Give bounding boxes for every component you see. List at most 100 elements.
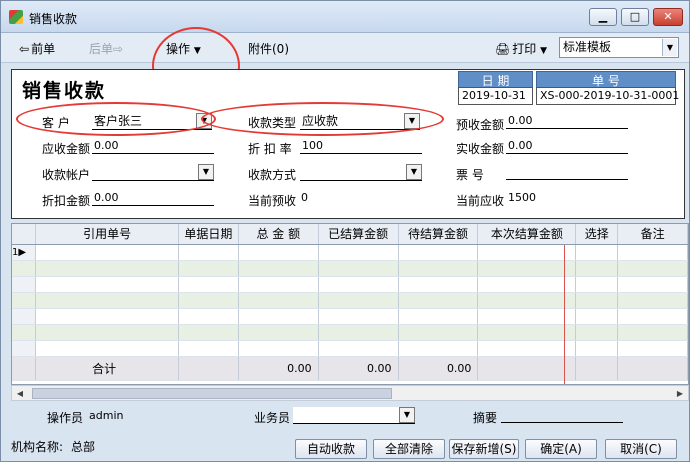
table-row[interactable] — [12, 340, 688, 357]
toolbar: ⇦ 前单 后单⇨ 操作 ▼ 附件(0) 🖨 打印 ▼ 标准模板 ▼ — [1, 33, 689, 63]
total-row: 合计 0.00 0.00 0.00 — [12, 356, 688, 381]
salesman-label: 业务员 — [254, 411, 291, 425]
total-pending: 0.00 — [398, 356, 479, 381]
customer-label: 客 户 — [42, 116, 70, 130]
operator-value: admin — [89, 409, 124, 422]
salesman-select[interactable]: ▼ — [293, 407, 415, 424]
discount-amount-label: 折扣金额 — [42, 194, 91, 208]
horizontal-scrollbar[interactable]: ◀ ▶ — [11, 385, 689, 401]
account-select[interactable]: ▼ — [92, 164, 214, 181]
row-number: 1▶ — [12, 244, 37, 261]
sales-receipt-window: 销售收款 ▁ □ ✕ ⇦ 前单 后单⇨ 操作 ▼ 附件(0) 🖨 打印 ▼ 标准模板… — [0, 0, 690, 462]
scroll-left-icon[interactable]: ◀ — [13, 387, 27, 400]
footer-bar: 操作员 admin 业务员 ▼ 摘要 机构名称: 总部 自动收款 全部清除 保存… — [1, 403, 689, 461]
org-label: 机构名称: — [11, 440, 64, 454]
discount-rate-field[interactable]: 100 — [300, 138, 422, 154]
total-label: 合计 — [35, 356, 179, 381]
col-header-ref-no[interactable]: 引用单号 — [35, 224, 179, 245]
operate-menu[interactable]: 操作 ▼ — [166, 40, 201, 57]
close-button[interactable]: ✕ — [653, 8, 683, 26]
col-header-pending[interactable]: 待结算金额 — [398, 224, 479, 245]
minimize-button[interactable]: ▁ — [589, 8, 617, 26]
ticket-field[interactable] — [506, 164, 628, 180]
memo-field[interactable] — [501, 407, 623, 423]
account-label: 收款帐户 — [42, 168, 91, 182]
current-prepaid-label: 当前预收 — [248, 194, 297, 208]
org-value: 总部 — [71, 440, 96, 454]
current-receivable-label: 当前应收 — [456, 194, 505, 208]
method-select[interactable]: ▼ — [300, 164, 422, 181]
operator-label: 操作员 — [47, 411, 84, 425]
method-label: 收款方式 — [248, 168, 297, 182]
auto-receipt-button[interactable]: 自动收款 — [295, 439, 367, 459]
scrollbar-thumb[interactable] — [32, 388, 392, 399]
table-row[interactable] — [12, 308, 688, 325]
customer-value: 客户张三 — [94, 114, 143, 128]
template-value: 标准模板 — [563, 40, 612, 54]
template-select[interactable]: 标准模板 ▼ — [559, 37, 679, 58]
print-button[interactable]: 🖨 打印 ▼ — [495, 40, 547, 57]
discount-rate-label: 折 扣 率 — [248, 142, 292, 156]
grid-header-row: 引用单号 单据日期 总 金 额 已结算金额 待结算金额 本次结算金额 选择 备注 — [12, 224, 688, 245]
next-doc-label: 后单 — [89, 42, 114, 56]
scroll-right-icon[interactable]: ▶ — [673, 387, 687, 400]
customer-select[interactable]: 客户张三 ▼ — [92, 113, 212, 130]
maximize-button[interactable]: □ — [621, 8, 649, 26]
attachment-button[interactable]: 附件(0) — [248, 40, 289, 57]
current-receivable-value: 1500 — [508, 191, 536, 204]
save-new-button[interactable]: 保存新增(S) — [449, 439, 519, 459]
actual-label: 实收金额 — [456, 142, 505, 156]
prev-doc-label: 前单 — [31, 42, 56, 56]
row-pointer-icon: ▶ — [18, 246, 27, 258]
receipt-type-value: 应收款 — [302, 114, 339, 128]
table-row[interactable] — [12, 292, 688, 309]
memo-label: 摘要 — [473, 411, 498, 425]
arrow-right-icon: ⇨ — [113, 42, 124, 56]
printer-icon: 🖨 — [495, 42, 511, 56]
chevron-down-icon: ▼ — [196, 113, 212, 129]
total-amount: 0.00 — [238, 356, 319, 381]
caret-down-icon: ▼ — [540, 46, 547, 56]
receipt-type-select[interactable]: 应收款 ▼ — [300, 113, 420, 130]
discount-amount-field[interactable]: 0.00 — [92, 190, 214, 206]
date-field[interactable]: 2019-10-31 — [458, 87, 533, 105]
form-title: 销售收款 — [22, 80, 107, 102]
confirm-button[interactable]: 确定(A) — [525, 439, 597, 459]
number-field: XS-000-2019-10-31-0001 — [536, 87, 679, 105]
caret-down-icon: ▼ — [193, 46, 201, 56]
prepaid-field[interactable]: 0.00 — [506, 113, 628, 129]
current-settle-divider — [564, 245, 565, 384]
cancel-button[interactable]: 取消(C) — [605, 439, 677, 459]
col-header-settled[interactable]: 已结算金额 — [318, 224, 399, 245]
clear-all-button[interactable]: 全部清除 — [373, 439, 445, 459]
col-header-total[interactable]: 总 金 额 — [238, 224, 319, 245]
arrow-left-icon: ⇦ — [19, 42, 30, 56]
operate-label: 操作 — [166, 42, 191, 56]
table-row[interactable] — [12, 260, 688, 277]
table-row[interactable] — [12, 324, 688, 341]
col-header-current-settle[interactable]: 本次结算金额 — [477, 224, 577, 245]
col-header-doc-date[interactable]: 单据日期 — [178, 224, 239, 245]
receipt-type-label: 收款类型 — [248, 116, 297, 130]
receipt-form: 销售收款 日 期 2019-10-31 单 号 XS-000-2019-10-3… — [11, 69, 685, 219]
chevron-down-icon: ▼ — [198, 164, 214, 180]
col-header-select[interactable]: 选择 — [575, 224, 619, 245]
col-header-memo[interactable]: 备注 — [617, 224, 688, 245]
chevron-down-icon: ▼ — [406, 164, 422, 180]
next-doc-button[interactable]: 后单⇨ — [89, 40, 125, 57]
prev-doc-button[interactable]: ⇦ 前单 — [19, 40, 55, 57]
current-prepaid-value: 0 — [301, 191, 308, 204]
chevron-down-icon: ▼ — [399, 407, 415, 423]
settlement-grid: 引用单号 单据日期 总 金 额 已结算金额 待结算金额 本次结算金额 选择 备注… — [11, 223, 689, 385]
settlement-table: 引用单号 单据日期 总 金 额 已结算金额 待结算金额 本次结算金额 选择 备注… — [12, 224, 688, 381]
app-icon — [9, 10, 23, 24]
print-label: 打印 — [512, 42, 537, 56]
actual-field[interactable]: 0.00 — [506, 138, 628, 154]
receivable-field[interactable]: 0.00 — [92, 138, 214, 154]
table-row[interactable]: 1▶ — [12, 244, 688, 261]
total-settled: 0.00 — [318, 356, 399, 381]
window-title: 销售收款 — [29, 12, 78, 26]
col-header-rownum — [12, 224, 37, 245]
table-row[interactable] — [12, 276, 688, 293]
title-bar: 销售收款 ▁ □ ✕ — [1, 1, 689, 33]
